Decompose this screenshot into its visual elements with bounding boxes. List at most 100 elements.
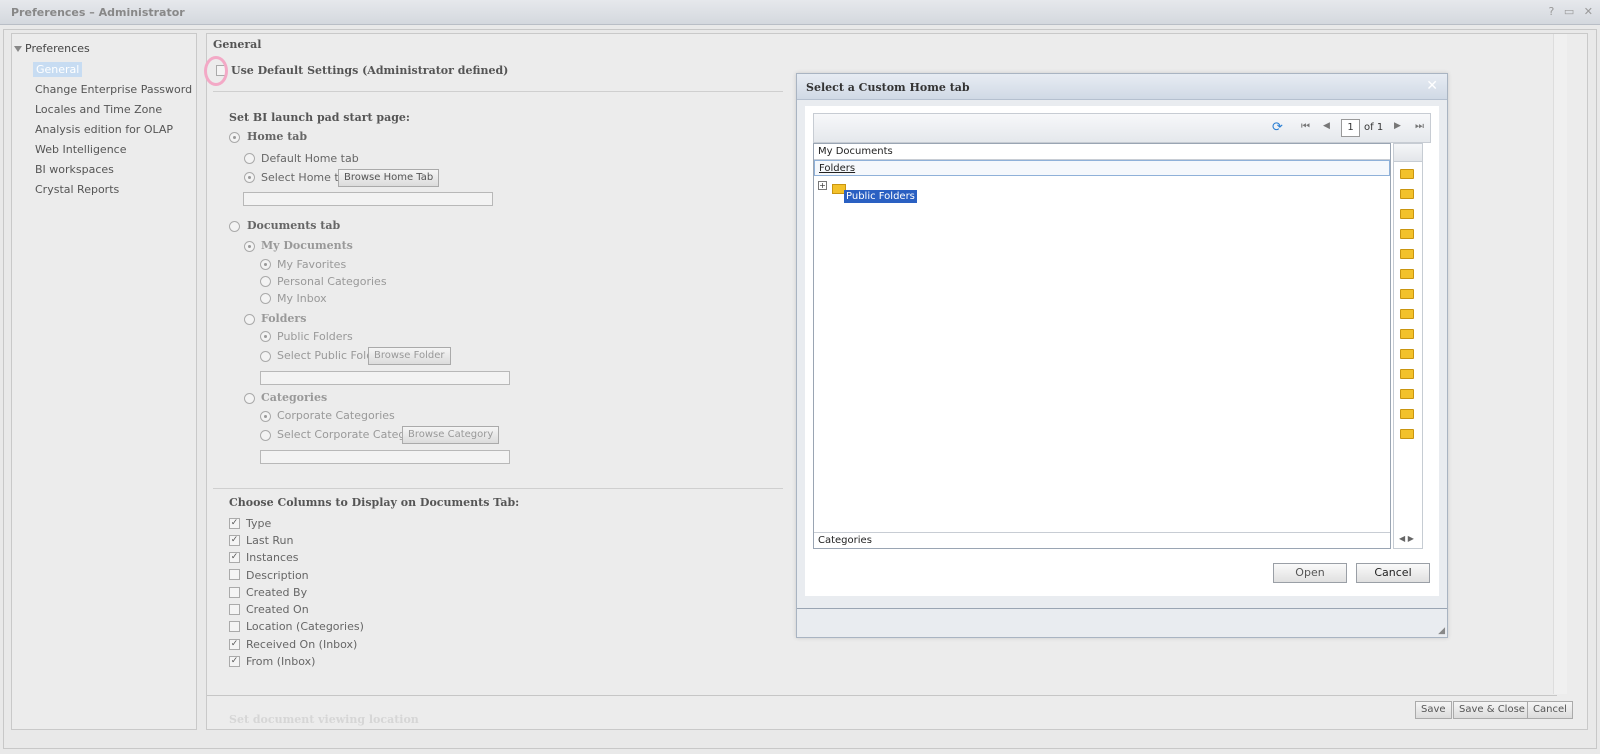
- highlight-circle: [204, 56, 228, 86]
- folder-icon[interactable]: [1400, 169, 1414, 179]
- categories-radio[interactable]: [244, 393, 255, 404]
- tree-item-change-password[interactable]: Change Enterprise Password: [35, 83, 192, 96]
- main-scrollbar[interactable]: [1553, 34, 1567, 694]
- save-close-button[interactable]: Save & Close: [1453, 701, 1531, 719]
- dialog-footer-divider: [797, 608, 1447, 609]
- column-description-checkbox[interactable]: [229, 569, 240, 580]
- folders-section[interactable]: Folders: [814, 160, 1390, 176]
- select-home-tab-radio[interactable]: [244, 172, 255, 183]
- column-created-by-checkbox[interactable]: [229, 587, 240, 598]
- pager-toolbar: ⟳ ⏮ ◀ 1 of 1 ▶ ⏭: [813, 113, 1431, 143]
- window-controls[interactable]: ? ▭ ✕: [1549, 5, 1596, 18]
- folder-icon[interactable]: [1400, 349, 1414, 359]
- folder-icon[interactable]: [1400, 409, 1414, 419]
- resize-grip-icon[interactable]: ◢: [1438, 626, 1445, 636]
- column-instances-checkbox[interactable]: ✓: [229, 552, 240, 563]
- browse-home-tab-button[interactable]: Browse Home Tab: [338, 169, 440, 187]
- folder-icon[interactable]: [1400, 229, 1414, 239]
- public-folder-path-field[interactable]: [260, 371, 510, 385]
- default-home-tab-radio[interactable]: [244, 153, 255, 164]
- viewing-location-heading: Set document viewing location: [229, 713, 419, 726]
- tree-item-web-intelligence[interactable]: Web Intelligence: [35, 143, 126, 156]
- close-icon[interactable]: ✕: [1426, 78, 1438, 94]
- column-from-checkbox[interactable]: ✓: [229, 656, 240, 667]
- corporate-categories-radio[interactable]: [260, 411, 271, 422]
- tree-item-crystal-reports[interactable]: Crystal Reports: [35, 183, 119, 196]
- use-default-label: Use Default Settings (Administrator defi…: [231, 64, 509, 77]
- browse-category-button[interactable]: Browse Category: [402, 426, 500, 444]
- categories-label: Categories: [261, 391, 328, 404]
- my-documents-section[interactable]: My Documents: [814, 144, 1390, 160]
- first-page-icon[interactable]: ⏮: [1301, 121, 1310, 132]
- default-home-tab-label: Default Home tab: [261, 152, 359, 165]
- home-tab-radio[interactable]: [229, 132, 240, 143]
- home-tab-path-field[interactable]: [243, 192, 493, 206]
- column-last-run-checkbox[interactable]: ✓: [229, 535, 240, 546]
- folder-list-panel: ◀ ▶: [1393, 143, 1423, 549]
- column-last-run-label: Last Run: [246, 534, 294, 547]
- dialog-body: ⟳ ⏮ ◀ 1 of 1 ▶ ⏭ My Documents Folders + …: [805, 106, 1439, 596]
- scroll-arrows-icon[interactable]: ◀ ▶: [1399, 534, 1414, 543]
- browse-folder-button[interactable]: Browse Folder: [368, 347, 451, 365]
- navigation-panel: My Documents Folders + Public Folders Ca…: [813, 143, 1391, 549]
- dialog-header: Select a Custom Home tab ✕: [797, 74, 1447, 100]
- folder-icon[interactable]: [1400, 249, 1414, 259]
- prev-page-icon[interactable]: ◀: [1323, 121, 1330, 131]
- last-page-icon[interactable]: ⏭: [1415, 121, 1424, 132]
- cancel-button[interactable]: Cancel: [1527, 701, 1573, 719]
- preferences-tree: Preferences General Change Enterprise Pa…: [11, 33, 197, 730]
- public-folders-node[interactable]: Public Folders: [844, 190, 917, 203]
- column-instances-label: Instances: [246, 551, 299, 564]
- divider: [213, 91, 783, 92]
- folders-radio[interactable]: [244, 314, 255, 325]
- folder-icon[interactable]: [1400, 309, 1414, 319]
- column-from-label: From (Inbox): [246, 655, 316, 668]
- public-folders-radio[interactable]: [260, 331, 271, 342]
- expand-plus-icon[interactable]: +: [818, 181, 827, 190]
- column-type-label: Type: [246, 517, 272, 530]
- column-type-checkbox[interactable]: ✓: [229, 518, 240, 529]
- divider: [213, 488, 783, 489]
- footer-divider: [207, 695, 1557, 696]
- folder-icon[interactable]: [1400, 269, 1414, 279]
- column-created-on-label: Created On: [246, 603, 309, 616]
- corporate-categories-label: Corporate Categories: [277, 409, 395, 422]
- folder-icon[interactable]: [1400, 429, 1414, 439]
- next-page-icon[interactable]: ▶: [1394, 121, 1401, 131]
- public-folders-label: Public Folders: [277, 330, 353, 343]
- personal-categories-radio[interactable]: [260, 276, 271, 287]
- tree-item-locales[interactable]: Locales and Time Zone: [35, 103, 162, 116]
- column-location-checkbox[interactable]: [229, 621, 240, 632]
- page-of-label: of 1: [1364, 122, 1384, 133]
- page-number-input[interactable]: 1: [1341, 119, 1360, 137]
- folder-icon[interactable]: [1400, 329, 1414, 339]
- my-documents-radio[interactable]: [244, 241, 255, 252]
- refresh-icon[interactable]: ⟳: [1272, 120, 1283, 135]
- select-home-tab-dialog: Select a Custom Home tab ✕ ⟳ ⏮ ◀ 1 of 1 …: [796, 73, 1448, 638]
- folder-icon[interactable]: [1400, 389, 1414, 399]
- open-button[interactable]: Open: [1273, 563, 1347, 583]
- folder-icon[interactable]: [1400, 289, 1414, 299]
- expand-triangle-icon[interactable]: [14, 46, 22, 52]
- category-path-field[interactable]: [260, 450, 510, 464]
- folder-icon[interactable]: [1400, 189, 1414, 199]
- documents-tab-radio[interactable]: [229, 221, 240, 232]
- folders-label: Folders: [261, 312, 307, 325]
- select-corporate-category-radio[interactable]: [260, 430, 271, 441]
- tree-root-preferences[interactable]: Preferences: [14, 42, 90, 55]
- tree-item-general[interactable]: General: [33, 62, 83, 77]
- my-favorites-label: My Favorites: [277, 258, 347, 271]
- folder-icon[interactable]: [1400, 209, 1414, 219]
- tree-item-bi-workspaces[interactable]: BI workspaces: [35, 163, 114, 176]
- my-favorites-radio[interactable]: [260, 259, 271, 270]
- dialog-cancel-button[interactable]: Cancel: [1356, 563, 1430, 583]
- folder-icon[interactable]: [1400, 369, 1414, 379]
- page-title: General: [213, 38, 262, 51]
- column-received-on-checkbox[interactable]: ✓: [229, 639, 240, 650]
- save-button[interactable]: Save: [1415, 701, 1452, 719]
- tree-item-analysis-olap[interactable]: Analysis edition for OLAP: [35, 123, 173, 136]
- select-public-folder-radio[interactable]: [260, 351, 271, 362]
- categories-section[interactable]: Categories: [814, 532, 1390, 548]
- my-inbox-radio[interactable]: [260, 293, 271, 304]
- column-created-on-checkbox[interactable]: [229, 604, 240, 615]
